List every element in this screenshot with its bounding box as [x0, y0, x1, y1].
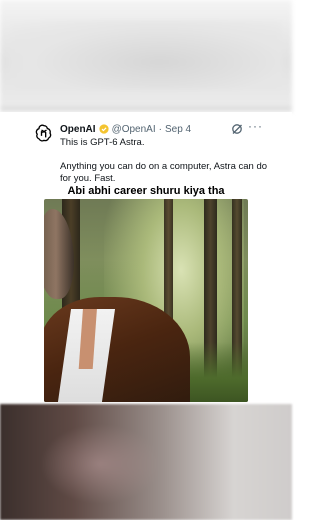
meme-caption: Abi abhi career shuru kiya tha — [67, 185, 225, 197]
tweet-text-line: for you. Fast. — [60, 173, 116, 184]
openai-logo-icon[interactable] — [34, 123, 54, 143]
more-icon[interactable]: ··· — [248, 120, 263, 132]
author-handle[interactable]: @OpenAI — [112, 124, 156, 135]
verified-badge-icon — [98, 124, 109, 134]
blurred-background-top — [0, 0, 292, 112]
separator: · — [158, 123, 162, 135]
tweet-date[interactable]: Sep 4 — [165, 124, 191, 135]
grok-icon[interactable] — [231, 122, 243, 134]
tweet-media-image[interactable] — [44, 199, 248, 402]
tweet-card[interactable]: OpenAI @OpenAI · Sep 4 ··· This is GPT-6… — [0, 112, 292, 404]
author-name[interactable]: OpenAI — [60, 124, 96, 135]
tweet-text-line: This is GPT-6 Astra. — [60, 137, 145, 148]
blurred-background-bottom — [0, 404, 292, 520]
tweet-text-line: Anything you can do on a computer, Astra… — [60, 161, 268, 172]
